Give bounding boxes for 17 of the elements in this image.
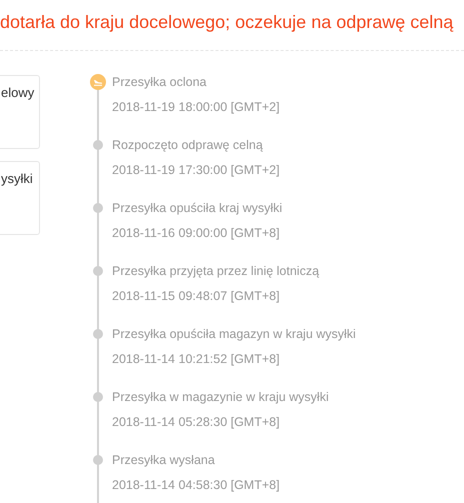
event-title: Przesyłka przyjęta przez linię lotniczą — [112, 263, 320, 280]
event-title: Przesyłka w magazynie w kraju wysyłki — [112, 389, 329, 406]
event-time: 2018-11-14 10:21:52 [GMT+8] — [112, 351, 280, 368]
status-headline: dotarła do kraju docelowego; oczekuje na odprawę celną — [0, 11, 454, 34]
event-time: 2018-11-15 09:48:07 [GMT+8] — [112, 288, 280, 305]
event-title: Rozpoczęto odprawę celną — [112, 137, 263, 154]
event-title: Przesyłka oclona — [112, 74, 206, 91]
event-title: Przesyłka wysłana — [112, 452, 215, 469]
event-time: 2018-11-19 18:00:00 [GMT+2] — [112, 99, 280, 116]
event-time: 2018-11-14 04:58:30 [GMT+8] — [112, 477, 280, 494]
event-time: 2018-11-14 05:28:30 [GMT+8] — [112, 414, 280, 431]
event-time: 2018-11-19 17:30:00 [GMT+2] — [112, 162, 280, 179]
card-text: ysyłki — [1, 170, 33, 188]
event-time: 2018-11-16 09:00:00 [GMT+8] — [112, 225, 280, 242]
card-text: elowy — [1, 84, 34, 102]
event-title: Przesyłka opuściła magazyn w kraju wysyłki — [112, 326, 356, 343]
event-title: Przesyłka opuściła kraj wysyłki — [112, 200, 282, 217]
